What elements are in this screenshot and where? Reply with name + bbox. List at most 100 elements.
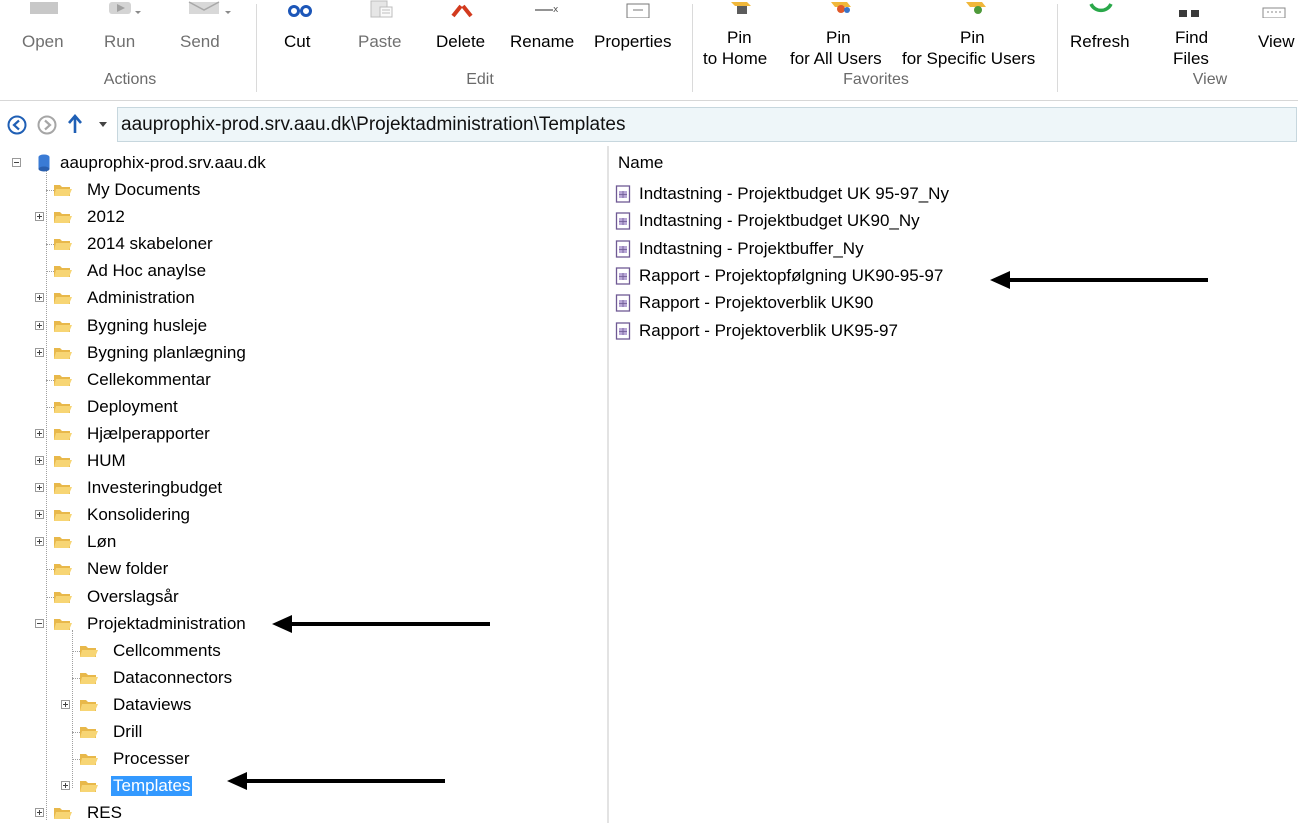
expand-toggle[interactable] bbox=[35, 456, 44, 465]
tree-item-label: RES bbox=[87, 803, 122, 823]
tree-item-child[interactable]: Drill bbox=[0, 720, 333, 745]
pin-all-label-2: for All Users bbox=[790, 49, 882, 68]
file-row[interactable]: Rapport - Projektoverblik UK95-97 bbox=[615, 318, 1015, 344]
favorites-group-label: Favorites bbox=[843, 71, 909, 88]
pin-users-icon bbox=[831, 2, 851, 13]
find-files-button[interactable]: Find Files bbox=[1160, 0, 1220, 72]
find-files-icon bbox=[1179, 10, 1199, 17]
expand-toggle[interactable] bbox=[35, 483, 44, 493]
delete-button[interactable]: Delete bbox=[428, 0, 496, 70]
back-icon[interactable] bbox=[7, 115, 27, 135]
rename-icon: x bbox=[535, 5, 559, 15]
tree-item[interactable]: Bygning husleje bbox=[0, 314, 307, 339]
run-button[interactable]: Run bbox=[90, 0, 160, 70]
tree-item-label: Hjælperapporter bbox=[87, 423, 210, 443]
collapse-toggle[interactable] bbox=[12, 158, 21, 167]
find-files-label-1: Find bbox=[1175, 28, 1209, 47]
pin-to-home-button[interactable]: Pin to Home bbox=[700, 0, 780, 72]
pin-home-icon bbox=[731, 2, 751, 14]
tree-item[interactable]: My Documents bbox=[0, 178, 307, 203]
file-row[interactable]: Rapport - Projektoverblik UK90 bbox=[615, 290, 1015, 316]
tree-item[interactable]: New folder bbox=[0, 557, 307, 582]
tree-item[interactable]: Løn bbox=[0, 530, 307, 555]
collapse-toggle[interactable] bbox=[35, 618, 44, 628]
tree-item[interactable]: Ad Hoc anaylse bbox=[0, 259, 307, 284]
expand-toggle[interactable] bbox=[35, 347, 44, 357]
tree-item[interactable]: Bygning planlægning bbox=[0, 341, 307, 366]
pin-home-label-2: to Home bbox=[703, 49, 768, 68]
folder-icon bbox=[54, 510, 72, 522]
rename-button[interactable]: x Rename bbox=[508, 0, 584, 70]
expand-toggle[interactable] bbox=[35, 428, 44, 438]
tree-item[interactable]: Hjælperapporter bbox=[0, 422, 307, 447]
tree-item-label: Deployment bbox=[87, 396, 178, 416]
annotation-arrow bbox=[227, 772, 445, 790]
paste-button[interactable]: Paste bbox=[350, 0, 412, 70]
send-button[interactable]: Send bbox=[168, 0, 248, 70]
folder-icon bbox=[54, 347, 72, 359]
pin-home-label-1: Pin bbox=[727, 28, 752, 47]
expand-toggle[interactable] bbox=[61, 781, 70, 791]
tree-item-label: Bygning husleje bbox=[87, 315, 208, 335]
cut-button[interactable]: Cut bbox=[272, 0, 328, 70]
file-row[interactable]: Indtastning - Projektbudget UK90_Ny bbox=[615, 208, 1015, 234]
folder-icon bbox=[54, 185, 72, 196]
expand-toggle[interactable] bbox=[35, 537, 44, 547]
send-label: Send bbox=[180, 32, 220, 51]
tree-item[interactable]: HUM bbox=[0, 449, 307, 474]
expand-toggle[interactable] bbox=[35, 808, 44, 818]
tree-item-label: Dataconnectors bbox=[113, 667, 233, 687]
tree-item-child[interactable]: Dataconnectors bbox=[0, 666, 333, 691]
file-row[interactable]: Indtastning - Projektbudget UK 95-97_Ny bbox=[615, 181, 1015, 207]
folder-icon bbox=[54, 239, 72, 251]
folder-icon bbox=[80, 645, 98, 657]
up-arrow-icon[interactable] bbox=[66, 113, 84, 135]
file-list: Name Indtastning - Projektbudget UK 95-9… bbox=[609, 146, 1298, 823]
expand-toggle[interactable] bbox=[61, 699, 70, 709]
refresh-button[interactable]: Refresh bbox=[1064, 0, 1138, 70]
file-row[interactable]: Indtastning - Projektbuffer_Ny bbox=[615, 236, 1015, 262]
history-dropdown-icon[interactable] bbox=[98, 121, 108, 129]
cut-label: Cut bbox=[284, 32, 311, 51]
tree-item[interactable]: Investeringbudget bbox=[0, 476, 307, 501]
folder-icon bbox=[54, 374, 72, 386]
folder-icon bbox=[80, 754, 98, 766]
folder-icon bbox=[80, 727, 98, 738]
edit-group-label: Edit bbox=[466, 71, 494, 88]
tree-item[interactable]: Overslagsår bbox=[0, 585, 307, 610]
properties-button[interactable]: Properties bbox=[592, 0, 684, 70]
expand-toggle[interactable] bbox=[35, 320, 44, 330]
forward-icon[interactable] bbox=[37, 115, 57, 135]
tree-item-child[interactable]: Dataviews bbox=[0, 693, 333, 718]
tree-item[interactable]: 2012 bbox=[0, 205, 307, 230]
view-button[interactable]: View bbox=[1250, 0, 1298, 70]
folder-icon bbox=[54, 456, 72, 467]
folder-icon bbox=[54, 266, 72, 278]
tree-item[interactable]: Projektadministration bbox=[0, 612, 307, 637]
tree-root[interactable]: aauprophix-prod.srv.aau.dk bbox=[0, 151, 300, 176]
folder-icon bbox=[54, 618, 72, 630]
expand-toggle[interactable] bbox=[35, 212, 44, 222]
expand-toggle[interactable] bbox=[35, 510, 44, 520]
ribbon-separator bbox=[256, 4, 257, 92]
svg-text:x: x bbox=[553, 5, 559, 15]
file-name: Indtastning - Projektbuffer_Ny bbox=[639, 238, 864, 258]
tree-item[interactable]: Administration bbox=[0, 286, 307, 311]
file-row[interactable]: Rapport - Projektopfølgning UK90-95-97 bbox=[615, 263, 1015, 289]
name-column-header[interactable]: Name bbox=[618, 153, 663, 173]
tree-item[interactable]: RES bbox=[0, 801, 307, 826]
address-input[interactable]: aauprophix-prod.srv.aau.dk\Projektadmini… bbox=[117, 107, 1297, 142]
pin-specific-users-button[interactable]: Pin for Specific Users bbox=[900, 0, 1050, 72]
tree-item[interactable]: Cellekommentar bbox=[0, 368, 307, 393]
open-button[interactable]: Open bbox=[12, 0, 76, 70]
tree-item-child[interactable]: Cellcomments bbox=[0, 639, 333, 664]
tree-item[interactable]: Konsolidering bbox=[0, 503, 307, 528]
tree-item-label: Overslagsår bbox=[87, 586, 179, 606]
properties-label: Properties bbox=[594, 32, 672, 51]
tree-item[interactable]: Deployment bbox=[0, 395, 307, 420]
report-file-icon bbox=[615, 185, 631, 203]
pin-all-users-button[interactable]: Pin for All Users bbox=[788, 0, 892, 72]
expand-toggle[interactable] bbox=[35, 293, 44, 303]
address-path: aauprophix-prod.srv.aau.dk\Projektadmini… bbox=[121, 114, 626, 135]
tree-item[interactable]: 2014 skabeloner bbox=[0, 232, 307, 257]
